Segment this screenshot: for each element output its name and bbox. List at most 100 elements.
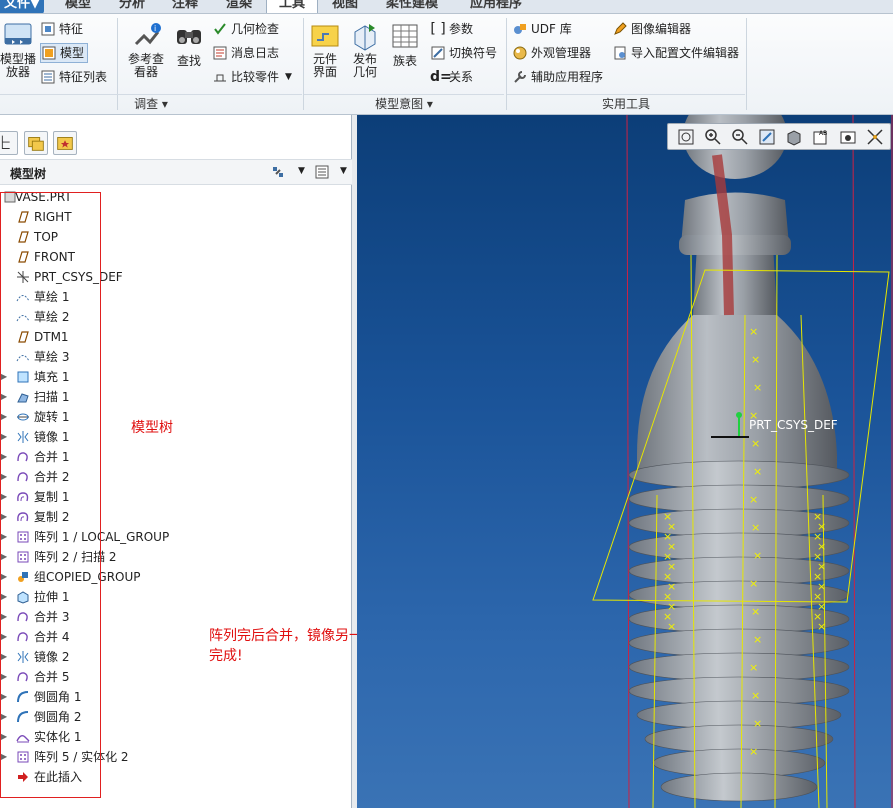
vase-model-view: ××××××××××××××××× ×× ×× ×× ×× ×× ×× ×× ×× ×× ×× ×× ×… — [592, 115, 893, 808]
tab-applications[interactable]: 应用程序 — [458, 0, 534, 13]
view-manager-icon[interactable] — [838, 127, 858, 147]
show-chevron-down-icon[interactable]: ▼ — [340, 166, 347, 176]
ribbon-tab-bar: 文件▼ 模型 分析 注释 渲染 工具 视图 柔性建模 应用程序 — [0, 0, 893, 14]
settings-chevron-down-icon[interactable]: ▼ — [298, 166, 305, 176]
zoom-out-icon[interactable] — [730, 127, 750, 147]
chevron-down-icon[interactable]: ▼ — [285, 70, 292, 85]
annotation-tree-note: 模型树 — [131, 420, 173, 436]
message-log-button[interactable]: 消息日志 — [212, 43, 279, 63]
annotation-box — [0, 192, 101, 798]
saved-orientations-icon[interactable]: AB — [811, 127, 831, 147]
group-model-intent-label[interactable]: 模型意图 ▾ — [304, 94, 504, 112]
model-player-button[interactable]: 模型播 放器 — [0, 20, 36, 79]
graphics-viewport[interactable]: × × × × × × × × × × × × × × × × × × × × × × × × × × × × × × × × × × × × × × × ×… — [357, 115, 893, 808]
find-button[interactable]: 查找 — [172, 20, 206, 68]
datum-point-marker: × — [749, 493, 758, 506]
favorites-folder-icon — [57, 137, 73, 150]
show-menu-icon[interactable] — [314, 164, 330, 183]
tab-annotate[interactable]: 注释 — [163, 0, 207, 13]
publish-geometry-icon — [354, 24, 376, 51]
datum-point-marker: × — [751, 689, 760, 702]
appearance-manager-icon — [513, 46, 527, 60]
feature-list-button[interactable]: 特征列表 — [40, 67, 107, 87]
svg-text:AB: AB — [819, 130, 827, 137]
model-icon — [42, 46, 56, 60]
switch-symbols-icon — [431, 46, 445, 60]
feature-button[interactable]: 特征 — [40, 19, 83, 39]
image-editor-button[interactable]: 图像编辑器 — [612, 19, 691, 39]
compare-part-button[interactable]: 比较零件 ▼ — [212, 67, 292, 87]
family-table-button[interactable]: 族表 — [387, 20, 423, 68]
datum-point-marker: × — [749, 577, 758, 590]
tree-icon — [1, 135, 10, 149]
udf-library-icon — [514, 24, 526, 34]
tab-favorites[interactable] — [53, 131, 77, 155]
publish-geometry-button[interactable]: 发布 几何 — [346, 20, 384, 79]
family-table-icon — [392, 24, 418, 48]
display-style-icon[interactable] — [784, 127, 804, 147]
datum-point-marker: × — [749, 745, 758, 758]
feature-list-icon — [41, 70, 55, 84]
import-config-editor-button[interactable]: 导入配置文件编辑器 — [612, 43, 739, 63]
model-tree-title: 模型树 — [10, 167, 47, 181]
datum-point-marker: × — [817, 620, 826, 633]
datum-point-marker: × — [753, 633, 762, 646]
compare-part-icon — [214, 74, 226, 82]
zoom-in-icon[interactable] — [703, 127, 723, 147]
datum-point-marker: × — [753, 465, 762, 478]
svg-text:i: i — [154, 24, 156, 33]
import-config-icon — [614, 46, 626, 60]
datum-point-marker: × — [753, 717, 762, 730]
tab-file[interactable]: 文件▼ — [0, 0, 44, 13]
datum-point-marker: × — [751, 605, 760, 618]
tab-view[interactable]: 视图 — [323, 0, 367, 13]
datum-point-marker: × — [749, 325, 758, 338]
datum-point-marker: × — [753, 549, 762, 562]
datum-line-red — [626, 115, 630, 808]
component-interface-button[interactable]: 元件 界面 — [306, 20, 344, 79]
appearance-manager-button[interactable]: 外观管理器 — [512, 43, 591, 63]
ribbon: 模型播 放器 特征 模型 特征列表 i 参考查 看器 查找 几何检查 消息日志 … — [0, 14, 893, 115]
switch-symbols-button[interactable]: 切换符号 — [430, 43, 497, 63]
datum-display-icon[interactable] — [865, 127, 885, 147]
datum-point-marker: × — [751, 353, 760, 366]
tree-settings-icon[interactable] — [270, 164, 286, 183]
datum-point-marker: × — [751, 437, 760, 450]
parameters-button[interactable]: [ ] 参数 — [430, 19, 473, 39]
refit-icon[interactable] — [676, 127, 696, 147]
tab-tools[interactable]: 工具 — [266, 0, 318, 13]
vase-neck — [693, 245, 777, 315]
udf-library-button[interactable]: UDF 库 — [512, 19, 572, 39]
message-log-icon — [213, 46, 227, 60]
tab-analysis[interactable]: 分析 — [110, 0, 154, 13]
auxiliary-apps-button[interactable]: 辅助应用程序 — [512, 67, 603, 87]
geometry-check-button[interactable]: 几何检查 — [212, 19, 279, 39]
pencil-icon — [614, 22, 627, 35]
tab-model-tree[interactable] — [0, 131, 18, 155]
datum-point-marker: × — [751, 521, 760, 534]
datum-line-red — [852, 115, 856, 808]
tab-folder-browser[interactable] — [24, 131, 48, 155]
repaint-icon[interactable] — [757, 127, 777, 147]
tab-render[interactable]: 渲染 — [217, 0, 261, 13]
wrench-icon — [514, 71, 526, 83]
model-player-icon — [4, 23, 32, 45]
reference-viewer-button[interactable]: i 参考查 看器 — [124, 20, 168, 79]
relations-button[interactable]: d= 关系 — [430, 67, 473, 87]
relations-icon: d= — [430, 69, 452, 85]
reference-viewer-icon: i — [134, 23, 161, 46]
model-button[interactable]: 模型 — [40, 43, 89, 63]
csys-label: PRT_CSYS_DEF — [749, 418, 838, 432]
creo-window: 文件▼ 模型 分析 注释 渲染 工具 视图 柔性建模 应用程序 模型播 放器 特… — [0, 0, 893, 808]
binoculars-icon — [177, 30, 201, 44]
vase-neck-collar — [679, 235, 791, 255]
group-investigate-label[interactable]: 调查 ▾ — [0, 94, 302, 112]
vase-rib — [660, 772, 818, 802]
tab-model[interactable]: 模型 — [56, 0, 100, 13]
datum-point-marker: × — [667, 620, 676, 633]
component-interface-icon — [311, 25, 339, 47]
feature-icon — [41, 22, 55, 36]
group-utilities-label: 实用工具 — [507, 94, 745, 112]
tab-flexible-modeling[interactable]: 柔性建模 — [374, 0, 450, 13]
annotation-process-note-2: 完成! — [209, 648, 243, 664]
